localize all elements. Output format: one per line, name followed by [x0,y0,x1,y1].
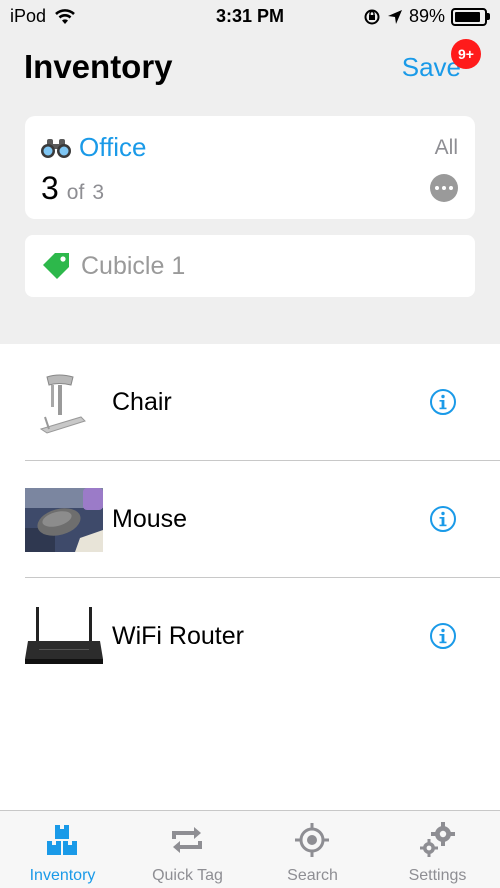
gears-icon [420,822,455,857]
location-card[interactable]: Office All 3 of 3 [25,116,475,219]
item-name: Mouse [112,505,188,533]
battery-icon [451,7,487,26]
tab-settings[interactable]: Settings [375,811,500,888]
page-title: Inventory [24,48,173,85]
status-bar: iPod 3:31 PM 89% [0,0,500,34]
tag-row[interactable]: Cubicle 1 [39,249,185,283]
item-count: 3 [41,170,59,206]
battery-percent: 89% [408,6,445,26]
tag-name[interactable]: Cubicle 1 [81,252,185,281]
info-icon[interactable] [429,505,457,533]
item-name: WiFi Router [112,622,244,650]
item-name: Chair [112,388,172,416]
tab-bar: Inventory Quick Tag Search Settings [0,810,500,888]
item-total: 3 [92,181,104,204]
count-row: 3 of 3 [41,170,104,207]
tab-label: Quick Tag [152,867,223,884]
tab-label: Settings [408,867,467,884]
repeat-icon [172,827,202,853]
tab-label: Inventory [29,867,96,884]
tab-label: Search [287,867,338,884]
notification-badge: 9+ [451,39,481,69]
list-item[interactable]: WiFi Router [0,578,500,695]
boxes-icon [47,825,77,855]
chair-photo [25,371,103,435]
status-right: 89% [363,6,490,27]
tag-card[interactable]: Cubicle 1 [25,235,475,297]
list-item[interactable]: Chair [0,344,500,461]
ellipsis-icon [435,186,439,190]
more-options-button[interactable] [430,174,458,202]
item-list: Chair Mouse WiFi Router [0,344,500,695]
location-name[interactable]: Office [79,132,146,163]
all-link[interactable]: All [435,136,458,160]
location-arrow-icon [387,9,402,24]
list-item[interactable]: Mouse [0,461,500,578]
tab-search[interactable]: Search [250,811,375,888]
tab-quick-tag[interactable]: Quick Tag [125,811,250,888]
binoculars-icon [41,138,71,158]
router-photo [25,605,103,669]
of-label: of [66,181,85,204]
battery-fill [455,11,480,22]
orientation-lock-icon [364,9,380,24]
target-icon [295,823,329,857]
header-area: Inventory Save 9+ Office All 3 of 3 Cubi… [0,34,500,344]
tag-icon [43,253,69,279]
tab-inventory[interactable]: Inventory [0,811,125,888]
mouse-photo [25,488,103,552]
location-row[interactable]: Office [39,132,146,163]
info-icon[interactable] [429,622,457,650]
info-icon[interactable] [429,388,457,416]
